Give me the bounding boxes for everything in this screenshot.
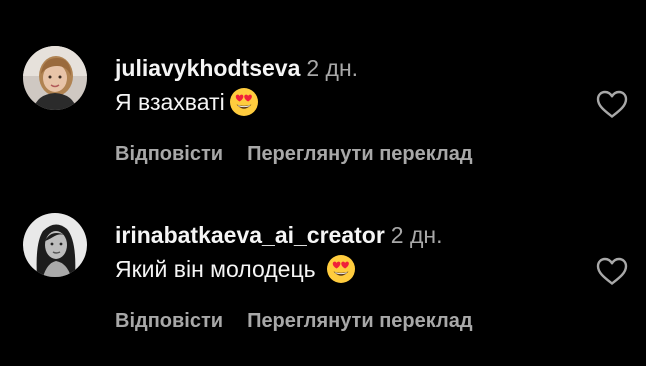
- see-translation-button[interactable]: Переглянути переклад: [247, 310, 472, 332]
- avatar-photo-icon: [23, 46, 87, 110]
- reply-button[interactable]: Відповісти: [115, 143, 223, 165]
- comment-timestamp: 2 дн.: [306, 55, 359, 81]
- heart-eyes-emoji-icon: [326, 254, 356, 284]
- like-button[interactable]: [595, 256, 629, 286]
- see-translation-button[interactable]: Переглянути переклад: [247, 143, 472, 165]
- comment-body: Який він молодець: [115, 256, 316, 282]
- heart-eyes-emoji-icon: [229, 87, 259, 117]
- comment-text: Який він молодець: [115, 254, 356, 284]
- comment-actions: Відповісти Переглянути переклад: [115, 142, 473, 166]
- comment-author[interactable]: irinabatkaeva_ai_creator 2 дн.: [115, 221, 442, 249]
- avatar[interactable]: [23, 46, 87, 110]
- comment-timestamp: 2 дн.: [390, 222, 443, 248]
- comment-item: irinabatkaeva_ai_creator 2 дн. Який він м…: [0, 183, 646, 366]
- heart-outline-icon: [596, 90, 628, 118]
- comment-text: Я взахваті: [115, 87, 259, 117]
- comment-body: Я взахваті: [115, 89, 225, 115]
- comment-item: juliavykhodtseva 2 дн. Я взахваті Відпові…: [0, 0, 646, 183]
- avatar[interactable]: [23, 213, 87, 277]
- comment-author[interactable]: juliavykhodtseva 2 дн.: [115, 54, 358, 82]
- heart-outline-icon: [596, 257, 628, 285]
- like-button[interactable]: [595, 89, 629, 119]
- comment-actions: Відповісти Переглянути переклад: [115, 309, 473, 333]
- reply-button[interactable]: Відповісти: [115, 310, 223, 332]
- username-label[interactable]: irinabatkaeva_ai_creator: [115, 222, 385, 248]
- avatar-photo-icon: [23, 213, 87, 277]
- username-label[interactable]: juliavykhodtseva: [115, 55, 300, 81]
